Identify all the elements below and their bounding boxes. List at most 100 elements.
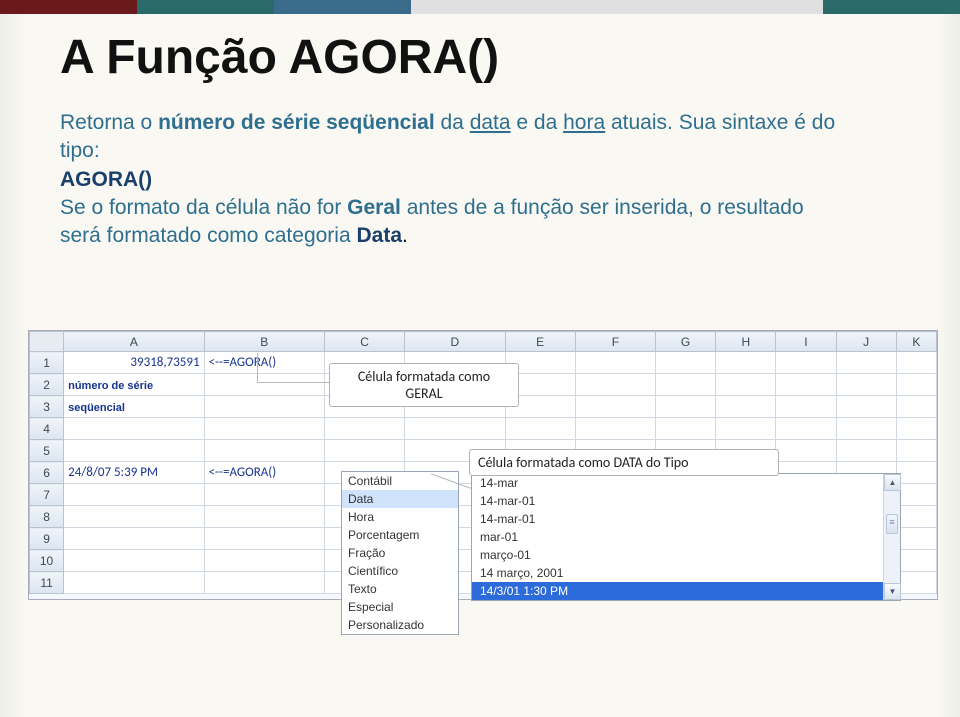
cell[interactable] <box>204 396 324 418</box>
cell[interactable] <box>64 484 204 506</box>
cell[interactable] <box>64 572 204 594</box>
cell[interactable] <box>204 418 324 440</box>
row-header-6[interactable]: 6 <box>30 462 64 484</box>
cell[interactable] <box>896 572 936 594</box>
cell[interactable] <box>324 440 404 462</box>
col-header-e[interactable]: E <box>505 332 575 352</box>
col-header-k[interactable]: K <box>896 332 936 352</box>
tipo-scrollbar[interactable]: ▲ ≡ ▼ <box>883 474 900 600</box>
cell[interactable] <box>896 374 936 396</box>
category-option[interactable]: Texto <box>342 580 458 598</box>
cell[interactable] <box>896 550 936 572</box>
col-header-c[interactable]: C <box>324 332 404 352</box>
cell[interactable] <box>896 352 936 374</box>
col-header-h[interactable]: H <box>716 332 776 352</box>
cell[interactable] <box>896 484 936 506</box>
row-header-3[interactable]: 3 <box>30 396 64 418</box>
cell[interactable] <box>656 396 716 418</box>
category-option[interactable]: Data <box>342 490 458 508</box>
cell[interactable] <box>405 418 505 440</box>
row-header-9[interactable]: 9 <box>30 528 64 550</box>
row-header-1[interactable]: 1 <box>30 352 64 374</box>
cell[interactable] <box>896 440 936 462</box>
cell-a6[interactable]: 24/8/07 5:39 PM <box>64 462 204 484</box>
col-header-j[interactable]: J <box>836 332 896 352</box>
cell[interactable] <box>204 550 324 572</box>
cell-b6[interactable]: <--=AGORA() <box>204 462 324 484</box>
cell[interactable] <box>575 352 655 374</box>
cell[interactable] <box>64 528 204 550</box>
cell[interactable] <box>836 374 896 396</box>
category-option[interactable]: Hora <box>342 508 458 526</box>
cell[interactable] <box>204 440 324 462</box>
cell[interactable] <box>776 418 836 440</box>
cell[interactable] <box>505 418 575 440</box>
select-all-corner[interactable] <box>30 332 64 352</box>
cell[interactable] <box>716 374 776 396</box>
cell[interactable] <box>575 396 655 418</box>
cell[interactable] <box>64 440 204 462</box>
col-header-d[interactable]: D <box>405 332 505 352</box>
col-header-g[interactable]: G <box>656 332 716 352</box>
scroll-down-button[interactable]: ▼ <box>884 583 901 600</box>
cell-a1[interactable]: 39318,73591 <box>64 352 204 374</box>
cell[interactable] <box>776 374 836 396</box>
cell[interactable] <box>656 418 716 440</box>
category-listbox[interactable]: ContábilDataHoraPorcentagemFraçãoCientíf… <box>341 471 459 635</box>
cell[interactable] <box>575 374 655 396</box>
tipo-option[interactable]: 14 março, 2001 <box>472 564 900 582</box>
cell[interactable] <box>324 418 404 440</box>
tipo-option[interactable]: mar-01 <box>472 528 900 546</box>
category-option[interactable]: Personalizado <box>342 616 458 634</box>
cell[interactable] <box>836 396 896 418</box>
cell[interactable] <box>204 506 324 528</box>
cell[interactable] <box>836 418 896 440</box>
cell[interactable] <box>575 418 655 440</box>
tipo-option[interactable]: 14-mar-01 <box>472 492 900 510</box>
scroll-up-button[interactable]: ▲ <box>884 474 901 491</box>
cell[interactable] <box>896 506 936 528</box>
cell[interactable] <box>896 462 936 484</box>
cell[interactable] <box>896 418 936 440</box>
cell[interactable] <box>64 506 204 528</box>
cell[interactable] <box>204 484 324 506</box>
tipo-option[interactable]: março-01 <box>472 546 900 564</box>
category-option[interactable]: Especial <box>342 598 458 616</box>
cell[interactable] <box>204 572 324 594</box>
row-header-10[interactable]: 10 <box>30 550 64 572</box>
cell[interactable] <box>776 440 836 462</box>
tipo-listbox[interactable]: 14-mar14-mar-0114-mar-01mar-01março-0114… <box>471 473 901 601</box>
cell[interactable] <box>776 352 836 374</box>
cell[interactable] <box>64 418 204 440</box>
row-header-11[interactable]: 11 <box>30 572 64 594</box>
row-header-4[interactable]: 4 <box>30 418 64 440</box>
cell[interactable] <box>716 418 776 440</box>
row-header-8[interactable]: 8 <box>30 506 64 528</box>
cell[interactable] <box>204 528 324 550</box>
row-header-2[interactable]: 2 <box>30 374 64 396</box>
tipo-option[interactable]: 14-mar <box>472 474 900 492</box>
cell-a2[interactable]: número de série <box>64 374 204 396</box>
cell[interactable] <box>836 440 896 462</box>
category-option[interactable]: Fração <box>342 544 458 562</box>
cell[interactable] <box>656 374 716 396</box>
cell[interactable] <box>716 396 776 418</box>
col-header-f[interactable]: F <box>575 332 655 352</box>
tipo-option[interactable]: 14-mar-01 <box>472 510 900 528</box>
col-header-b[interactable]: B <box>204 332 324 352</box>
tipo-option[interactable]: 14/3/01 1:30 PM <box>472 582 900 600</box>
category-option[interactable]: Científico <box>342 562 458 580</box>
col-header-i[interactable]: I <box>776 332 836 352</box>
row-header-5[interactable]: 5 <box>30 440 64 462</box>
cell[interactable] <box>716 352 776 374</box>
scroll-thumb[interactable]: ≡ <box>886 514 898 534</box>
cell[interactable] <box>776 396 836 418</box>
cell[interactable] <box>896 396 936 418</box>
category-option[interactable]: Porcentagem <box>342 526 458 544</box>
cell[interactable] <box>656 352 716 374</box>
row-header-7[interactable]: 7 <box>30 484 64 506</box>
cell-a3[interactable]: seqüencial <box>64 396 204 418</box>
cell[interactable] <box>896 528 936 550</box>
cell[interactable] <box>64 550 204 572</box>
cell[interactable] <box>836 352 896 374</box>
